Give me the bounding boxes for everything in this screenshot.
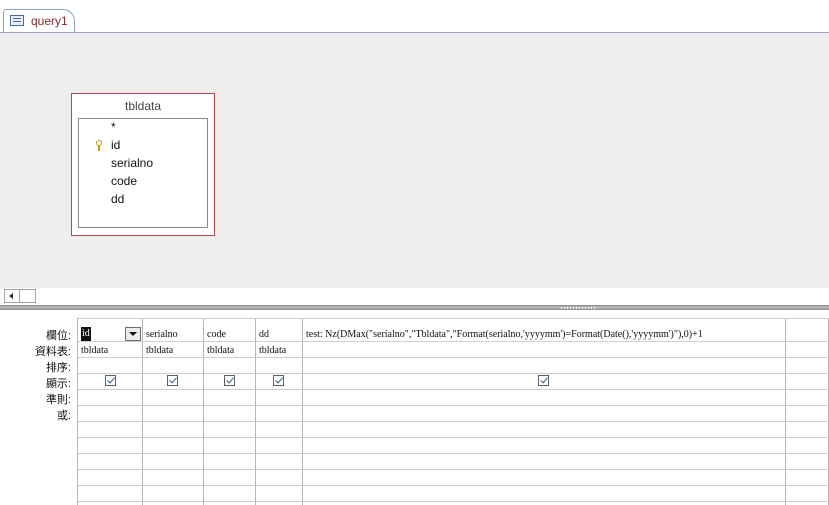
row-label-criteria: 準則: xyxy=(45,394,71,406)
query-design-grid: 欄位: 資料表: 排序: 顯示: 準則: 或: id tbldata seria… xyxy=(0,311,829,505)
grid-row-line xyxy=(78,501,829,502)
query-icon xyxy=(10,15,24,26)
grid-row-line xyxy=(78,341,829,342)
grid-column-divider[interactable] xyxy=(302,318,303,505)
table-field-list-tbldata[interactable]: tbldata * id serialno code dd xyxy=(71,93,215,236)
row-label-or: 或: xyxy=(56,410,71,422)
tab-label: query1 xyxy=(31,14,68,28)
grid-row-line xyxy=(78,373,829,374)
field-item-all[interactable]: * xyxy=(111,120,116,134)
field-cell-code[interactable]: code xyxy=(207,329,226,340)
chevron-down-icon[interactable] xyxy=(125,327,141,341)
table-cell[interactable]: tbldata xyxy=(207,345,234,356)
show-checkbox[interactable] xyxy=(105,375,116,386)
row-label-sort: 排序: xyxy=(45,362,71,374)
field-cell-serialno[interactable]: serialno xyxy=(146,329,178,340)
grid-row-line xyxy=(78,357,829,358)
row-label-table: 資料表: xyxy=(34,346,71,358)
grid-row-line xyxy=(78,469,829,470)
grid-row-line xyxy=(78,318,829,319)
field-cell-dd[interactable]: dd xyxy=(259,329,269,340)
grid-column-divider xyxy=(77,318,78,505)
field-item-serialno[interactable]: serialno xyxy=(111,156,153,170)
pane-splitter[interactable] xyxy=(0,305,829,310)
table-cell[interactable]: tbldata xyxy=(81,345,108,356)
show-checkbox[interactable] xyxy=(273,375,284,386)
grid-row-line xyxy=(78,485,829,486)
horizontal-scrollbar[interactable] xyxy=(4,289,36,303)
splitter-grip-icon xyxy=(561,307,595,309)
field-cell-id[interactable]: id xyxy=(81,327,91,341)
show-checkbox[interactable] xyxy=(167,375,178,386)
show-checkbox[interactable] xyxy=(224,375,235,386)
grid-row-line xyxy=(78,389,829,390)
table-cell[interactable]: tbldata xyxy=(146,345,173,356)
row-label-field: 欄位: xyxy=(45,330,71,342)
document-tab-bar: query1 xyxy=(0,0,829,33)
show-checkbox[interactable] xyxy=(538,375,549,386)
field-item-code[interactable]: code xyxy=(111,174,137,188)
grid-row-line xyxy=(78,405,829,406)
grid-column-divider[interactable] xyxy=(785,318,786,505)
grid-column-divider[interactable] xyxy=(203,318,204,505)
field-cell-expression[interactable]: test: Nz(DMax("serialno","Tbldata","Form… xyxy=(306,329,703,340)
grid-row-line xyxy=(78,437,829,438)
primary-key-icon xyxy=(96,140,102,151)
table-title[interactable]: tbldata xyxy=(72,99,214,113)
field-item-id[interactable]: id xyxy=(111,138,120,152)
grid-column-divider[interactable] xyxy=(142,318,143,505)
grid-row-line xyxy=(78,453,829,454)
field-list[interactable]: * id serialno code dd xyxy=(78,118,208,228)
grid-row-line xyxy=(78,421,829,422)
table-cell[interactable]: tbldata xyxy=(259,345,286,356)
tab-query1[interactable]: query1 xyxy=(3,9,75,32)
field-item-dd[interactable]: dd xyxy=(111,192,124,206)
scroll-left-icon[interactable] xyxy=(5,290,20,302)
grid-column-divider[interactable] xyxy=(255,318,256,505)
row-label-show: 顯示: xyxy=(45,378,71,390)
